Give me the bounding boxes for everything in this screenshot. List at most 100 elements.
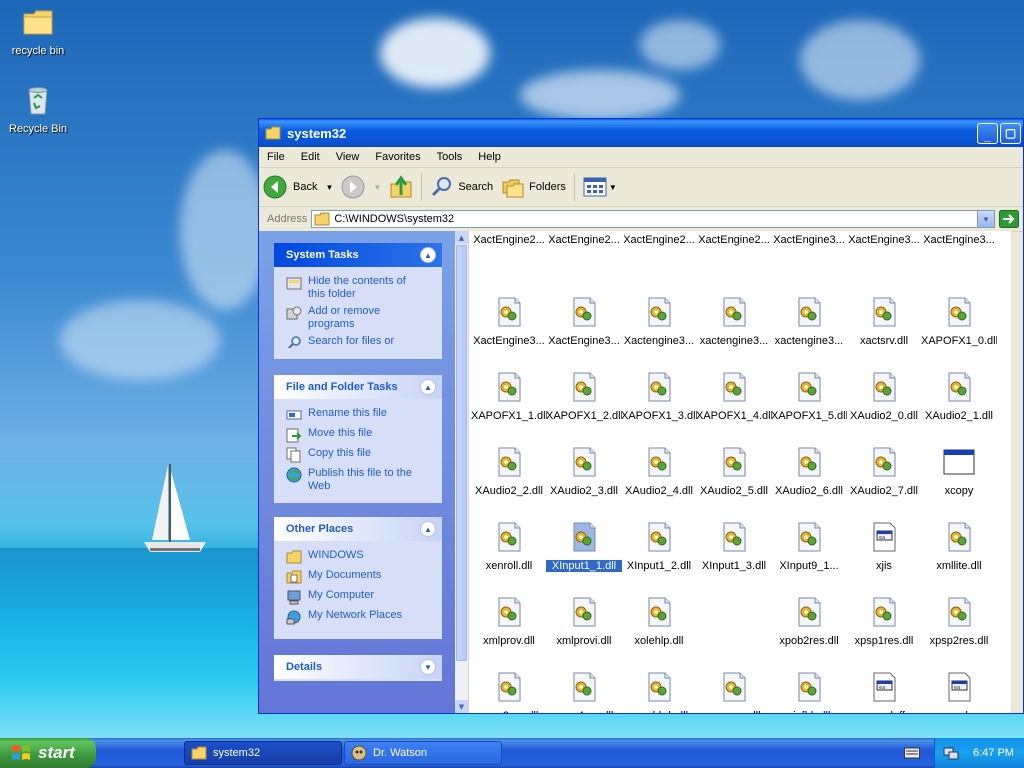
file-item[interactable]: XAudio2_2.dll bbox=[471, 446, 547, 497]
file-item[interactable]: xmlprov.dll bbox=[471, 596, 547, 647]
clock[interactable]: 6:47 PM bbox=[973, 747, 1014, 759]
go-arrow-icon[interactable] bbox=[999, 210, 1019, 228]
chevron-up-icon[interactable]: ▲ bbox=[420, 247, 436, 263]
file-item[interactable]: XactEngine2... bbox=[696, 231, 772, 246]
details-header[interactable]: Details ▼ bbox=[274, 655, 442, 679]
task-move-file[interactable]: Move this file bbox=[274, 424, 442, 444]
minimize-button[interactable]: _ bbox=[977, 122, 998, 144]
system-tasks-header[interactable]: System Tasks ▲ bbox=[274, 243, 442, 267]
menu-file[interactable]: File bbox=[259, 151, 293, 163]
file-name: XactEngine3... bbox=[923, 234, 995, 246]
file-item[interactable]: XInput1_2.dll bbox=[621, 521, 697, 572]
file-item[interactable]: XactEngine3... bbox=[846, 231, 922, 246]
file-item[interactable]: XAudio2_0.dll bbox=[846, 371, 922, 422]
other-places-header[interactable]: Other Places ▲ bbox=[274, 517, 442, 541]
file-item[interactable]: XAPOFX1_2.dll bbox=[546, 371, 622, 422]
menu-view[interactable]: View bbox=[328, 151, 368, 163]
maximize-button[interactable]: ▢ bbox=[1000, 122, 1021, 144]
file-item[interactable]: XAudio2_4.dll bbox=[621, 446, 697, 497]
views-button[interactable]: ▼ bbox=[579, 172, 621, 202]
desktop-icon-recycle-bin-folder[interactable]: recycle bin bbox=[0, 6, 76, 57]
file-item[interactable]: XAPOFX1_0.dll bbox=[921, 296, 997, 347]
file-item[interactable]: XInput1_1.dll bbox=[546, 521, 622, 572]
place-my-computer[interactable]: My Computer bbox=[274, 586, 442, 606]
file-item[interactable]: xolehlp.dll bbox=[621, 596, 697, 647]
file-item[interactable]: XAPOFX1_1.dll bbox=[471, 371, 547, 422]
chevron-down-icon[interactable]: ▼ bbox=[420, 659, 436, 675]
place-my-documents[interactable]: My Documents bbox=[274, 566, 442, 586]
task-publish-web[interactable]: Publish this file to the Web bbox=[274, 464, 442, 494]
file-item[interactable]: xenroll.dll bbox=[471, 521, 547, 572]
file-item[interactable]: XactEngine3... bbox=[921, 231, 997, 246]
file-item[interactable]: xpsp4res.dll bbox=[546, 671, 622, 713]
file-item[interactable]: xactsrv.dll bbox=[846, 296, 922, 347]
file-item[interactable]: XAudio2_7.dll bbox=[846, 446, 922, 497]
file-item[interactable]: XactEngine3... bbox=[546, 296, 622, 347]
folders-button[interactable]: Folders bbox=[497, 172, 570, 202]
start-button[interactable]: start bbox=[0, 738, 96, 768]
up-folder-button[interactable] bbox=[385, 172, 417, 202]
task-search-files[interactable]: Search for files or folders bbox=[274, 332, 442, 348]
dll-file-icon bbox=[498, 672, 521, 702]
file-item[interactable]: XAudio2_1.dll bbox=[921, 371, 997, 422]
menu-help[interactable]: Help bbox=[470, 151, 509, 163]
back-button[interactable]: Back ▼ bbox=[259, 172, 337, 202]
task-rename-file[interactable]: Rename this file bbox=[274, 399, 442, 424]
file-item[interactable]: xmlprovi.dll bbox=[546, 596, 622, 647]
file-item[interactable]: xpsp3res.dll bbox=[471, 671, 547, 713]
file-item[interactable]: xpssvcs.dll bbox=[696, 671, 772, 713]
scrollbar-thumb[interactable] bbox=[456, 245, 467, 661]
file-item[interactable]: xcopy bbox=[921, 446, 997, 497]
file-item[interactable]: XAPOFX1_3.dll bbox=[621, 371, 697, 422]
menu-tools[interactable]: Tools bbox=[429, 151, 471, 163]
chevron-up-icon[interactable]: ▲ bbox=[420, 521, 436, 537]
task-add-remove-programs[interactable]: Add or remove programs bbox=[274, 302, 442, 332]
file-item[interactable]: XAPOFX1_5.dll bbox=[771, 371, 847, 422]
file-item[interactable]: XactEngine2... bbox=[621, 231, 697, 246]
file-item[interactable]: XInput1_3.dll bbox=[696, 521, 772, 572]
file-item[interactable]: Xactengine3... bbox=[621, 296, 697, 347]
file-item[interactable]: xmllite.dll bbox=[921, 521, 997, 572]
chevron-up-icon[interactable]: ▲ bbox=[420, 379, 436, 395]
dropdown-arrow-icon[interactable]: ▼ bbox=[325, 183, 333, 192]
file-item[interactable]: XAudio2_5.dll bbox=[696, 446, 772, 497]
file-item[interactable]: xpob2res.dll bbox=[771, 596, 847, 647]
file-item[interactable]: XactEngine2... bbox=[546, 231, 622, 246]
task-hide-contents[interactable]: Hide the contents of this folder bbox=[274, 267, 442, 302]
file-item[interactable]: XactEngine3... bbox=[771, 231, 847, 246]
file-item[interactable]: xactengine3... bbox=[771, 296, 847, 347]
forward-button[interactable]: ▼ bbox=[337, 172, 385, 202]
address-dropdown-button[interactable]: ▼ bbox=[977, 211, 994, 227]
scroll-up-icon[interactable]: ▲ bbox=[455, 231, 468, 244]
desktop-icon-recycle-bin[interactable]: Recycle Bin bbox=[0, 84, 76, 135]
vertical-scrollbar[interactable]: ▲ ▼ bbox=[455, 231, 469, 713]
place-my-network-places[interactable]: My Network Places bbox=[274, 606, 442, 626]
file-item[interactable]: ea xjis bbox=[846, 521, 922, 572]
keyboard-icon[interactable] bbox=[904, 746, 920, 760]
file-item[interactable]: XAPOFX1_4.dll bbox=[696, 371, 772, 422]
file-item[interactable]: XAudio2_6.dll bbox=[771, 446, 847, 497]
file-item[interactable]: xpsp2res.dll bbox=[921, 596, 997, 647]
menu-favorites[interactable]: Favorites bbox=[367, 151, 428, 163]
taskbar-button-system32[interactable]: system32 bbox=[184, 741, 342, 765]
search-button[interactable]: Search bbox=[426, 172, 497, 202]
file-item[interactable]: xpsp1res.dll bbox=[846, 596, 922, 647]
file-item[interactable]: XInput9_1... bbox=[771, 521, 847, 572]
scroll-down-icon[interactable]: ▼ bbox=[455, 700, 468, 713]
file-item[interactable]: xpsshhdr.dll bbox=[621, 671, 697, 713]
file-folder-tasks-header[interactable]: File and Folder Tasks ▲ bbox=[274, 375, 442, 399]
network-tray-icon[interactable] bbox=[943, 745, 959, 761]
window-titlebar[interactable]: system32 _ ▢ bbox=[259, 119, 1023, 147]
taskbar-button-dr-watson[interactable]: Dr. Watson bbox=[344, 741, 502, 765]
file-item[interactable]: zipfldr.dll bbox=[771, 671, 847, 713]
address-input[interactable]: C:\WINDOWS\system32 ▼ bbox=[311, 210, 995, 228]
file-item[interactable]: ea zonedon bbox=[921, 671, 997, 713]
file-item[interactable]: XactEngine2... bbox=[471, 231, 547, 246]
task-copy-file[interactable]: Copy this file bbox=[274, 444, 442, 464]
file-item[interactable]: XAudio2_3.dll bbox=[546, 446, 622, 497]
file-item[interactable]: ea zonedoff bbox=[846, 671, 922, 713]
file-item[interactable]: xactengine3... bbox=[696, 296, 772, 347]
file-item[interactable]: XactEngine3... bbox=[471, 296, 547, 347]
place-windows[interactable]: WINDOWS bbox=[274, 541, 442, 566]
menu-edit[interactable]: Edit bbox=[293, 151, 328, 163]
